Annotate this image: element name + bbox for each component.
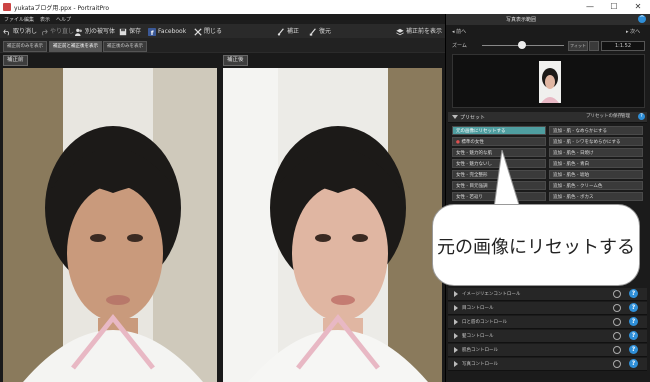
chevron-right-icon <box>454 319 458 325</box>
toolbar: 取り消し やり直し 別の被写体 保存 f Facebook 閉じる 補正 復元 補… <box>0 24 445 38</box>
before-pane: 補正前 <box>0 53 220 382</box>
power-icon[interactable] <box>613 290 621 298</box>
control-row-1[interactable]: 目コントロール? <box>448 302 647 315</box>
brush-icon <box>277 27 284 36</box>
prev-button[interactable]: ◂ 前へ <box>452 28 466 35</box>
redo-button[interactable]: やり直し <box>40 26 74 37</box>
save-preset-button[interactable]: プリセットの保存 <box>586 113 622 119</box>
people-icon <box>75 28 82 36</box>
callout-bubble: 元の画像にリセットする <box>432 204 640 286</box>
collapse-icon[interactable]: ^ <box>638 15 646 23</box>
help-icon[interactable]: ? <box>629 303 638 312</box>
navigator-thumbnail[interactable] <box>452 54 645 108</box>
preset-right-3[interactable]: 追加 - 肌色 - 青白 <box>549 159 643 168</box>
control-row-3[interactable]: 髪コントロール? <box>448 330 647 343</box>
chevron-right-icon <box>454 347 458 353</box>
facebook-icon: f <box>148 27 156 36</box>
menu-view[interactable]: 表示 <box>40 16 50 23</box>
presets-title: プリセット <box>460 115 486 121</box>
actual-size-icon[interactable] <box>589 41 599 51</box>
control-row-5[interactable]: 写真コントロール? <box>448 358 647 371</box>
facebook-button[interactable]: f Facebook <box>148 26 186 37</box>
layers-icon <box>396 28 404 35</box>
help-icon[interactable]: ? <box>629 359 638 368</box>
correct-button[interactable]: 補正 <box>277 26 299 37</box>
preset-standard-female[interactable]: ● 標準の女性 <box>452 137 546 146</box>
tab-before-after[interactable]: 補正前と補正後を表示 <box>49 41 102 52</box>
fit-button[interactable]: フィット <box>568 41 588 51</box>
navigator-title: 写真表示範囲 <box>506 17 537 23</box>
power-icon[interactable] <box>613 346 621 354</box>
portrait-after-image <box>223 68 442 382</box>
control-row-0[interactable]: イメージリエンコントロール? <box>448 288 647 301</box>
portrait-before-image <box>3 68 217 382</box>
navigator-header: 写真表示範囲 ^ <box>446 14 650 25</box>
chevron-right-icon <box>454 333 458 339</box>
preset-right-4[interactable]: 追加 - 肌色 - 琥珀 <box>549 170 643 179</box>
zoom-value[interactable]: 1:1.52 <box>601 41 645 51</box>
redo-icon <box>41 28 48 35</box>
power-icon[interactable] <box>613 304 621 312</box>
zoom-slider-thumb[interactable] <box>518 41 526 49</box>
after-label: 補正後 <box>223 55 248 66</box>
menu-file[interactable]: ファイル <box>4 16 24 23</box>
power-icon[interactable] <box>613 360 621 368</box>
after-pane: 補正後 <box>220 53 445 382</box>
chevron-down-icon <box>452 115 458 119</box>
manage-preset-button[interactable]: 管理 <box>621 113 630 119</box>
menu-edit[interactable]: 編集 <box>24 16 34 23</box>
menu-help[interactable]: ヘルプ <box>56 16 71 23</box>
help-icon[interactable]: ? <box>638 113 645 120</box>
help-icon[interactable]: ? <box>629 289 638 298</box>
close-window-button[interactable]: ✕ <box>628 1 648 13</box>
before-photo[interactable] <box>3 68 217 382</box>
undo-icon <box>3 28 10 35</box>
tab-before-only[interactable]: 補正前のみを表示 <box>3 41 47 52</box>
callout-pointer <box>493 150 521 210</box>
tab-after-only[interactable]: 補正後のみを表示 <box>103 41 147 52</box>
power-icon[interactable] <box>613 318 621 326</box>
another-subject-button[interactable]: 別の被写体 <box>75 26 115 37</box>
power-icon[interactable] <box>613 332 621 340</box>
zoom-row: ズーム フィット 1:1.52 <box>448 39 648 51</box>
right-panel: 写真表示範囲 ^ ◂ 前へ ▸ 次へ ズーム フィット 1:1.52 プリセット… <box>445 14 650 382</box>
minimize-button[interactable]: — <box>580 1 600 13</box>
before-label: 補正前 <box>3 55 28 66</box>
thumbnail-image <box>539 61 561 103</box>
title-bar: yukataブログ用.ppx - PortraitPro — ☐ ✕ <box>0 0 650 14</box>
navigator-nav: ◂ 前へ ▸ 次へ <box>448 26 648 38</box>
app-icon <box>3 3 11 11</box>
preset-right-1[interactable]: 追加 - 肌 - シワをなめらかにする <box>549 137 643 146</box>
view-mode-tabs: 補正前のみを表示 補正前と補正後を表示 補正後のみを表示 <box>0 38 445 52</box>
show-before-button[interactable]: 補正前を表示 <box>396 26 442 37</box>
save-button[interactable]: 保存 <box>119 26 141 37</box>
control-row-4[interactable]: 肌色コントロール? <box>448 344 647 357</box>
presets-header[interactable]: プリセット プリセットの保存 管理 ? <box>448 112 647 123</box>
svg-text:f: f <box>151 29 154 36</box>
close-image-button[interactable]: 閉じる <box>194 26 222 37</box>
preset-right-0[interactable]: 追加 - 肌 - なめらかにする <box>549 126 643 135</box>
next-button[interactable]: ▸ 次へ <box>626 28 640 35</box>
preset-right-5[interactable]: 追加 - 肌色 - クリーム色 <box>549 181 643 190</box>
chevron-right-icon <box>454 361 458 367</box>
control-row-2[interactable]: 口と唇のコントロール? <box>448 316 647 329</box>
after-photo[interactable] <box>223 68 442 382</box>
chevron-right-icon <box>454 291 458 297</box>
window-title: yukataブログ用.ppx - PortraitPro <box>14 5 110 12</box>
chevron-right-icon <box>454 305 458 311</box>
maximize-button[interactable]: ☐ <box>604 1 624 13</box>
help-icon[interactable]: ? <box>629 331 638 340</box>
eraser-icon <box>309 27 316 36</box>
callout-text: 元の画像にリセットする <box>437 237 635 258</box>
close-icon <box>194 27 202 36</box>
preset-right-6[interactable]: 追加 - 肌色 - ボカス <box>549 192 643 201</box>
preset-reset[interactable]: 元の画像にリセットする <box>452 126 546 135</box>
restore-button[interactable]: 復元 <box>309 26 331 37</box>
help-icon[interactable]: ? <box>629 345 638 354</box>
save-icon <box>119 28 127 35</box>
preset-right-2[interactable]: 追加 - 肌色 - 日焼け <box>549 148 643 157</box>
help-icon[interactable]: ? <box>629 317 638 326</box>
zoom-label: ズーム <box>452 43 467 49</box>
undo-button[interactable]: 取り消し <box>3 26 37 37</box>
